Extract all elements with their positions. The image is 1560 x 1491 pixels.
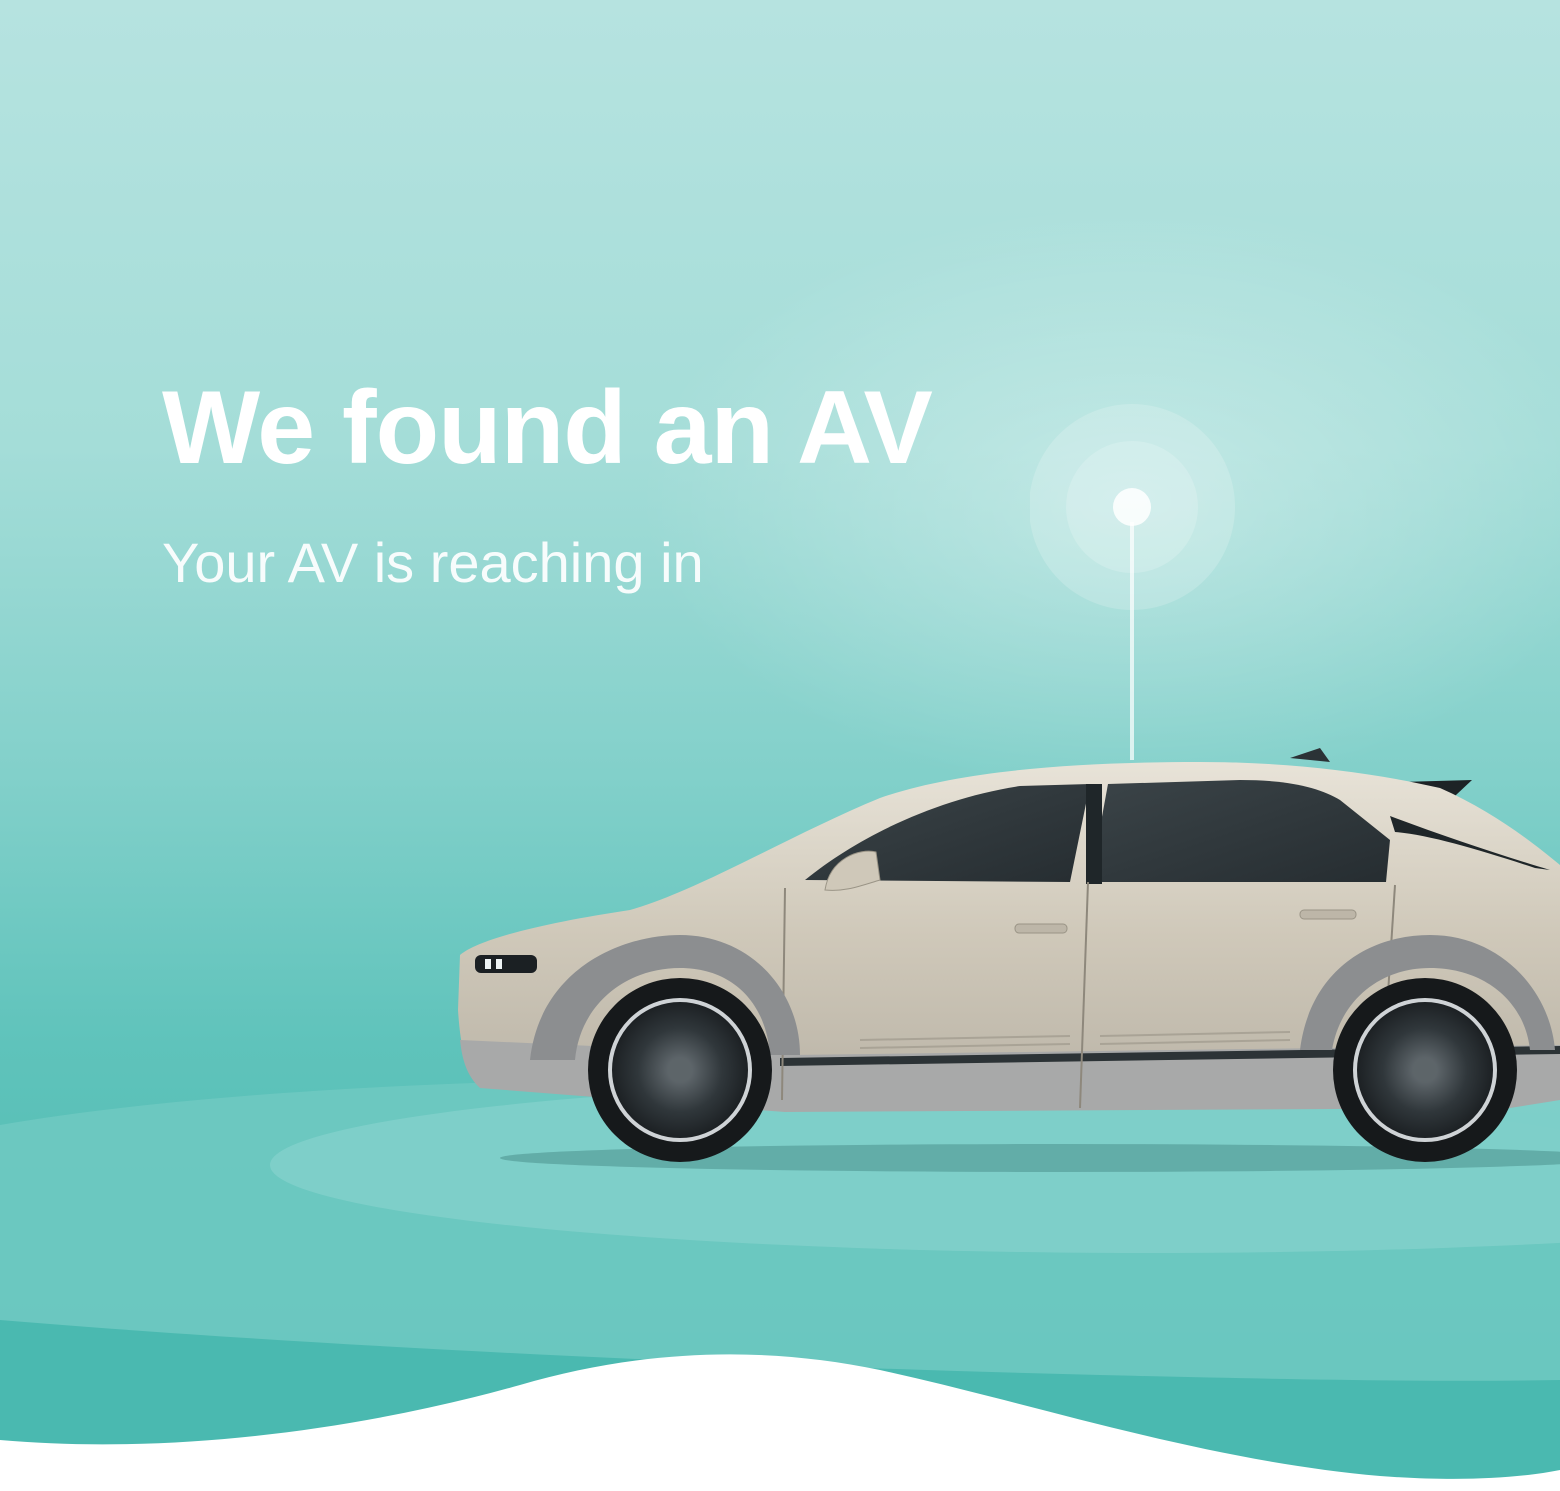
front-wheel (588, 978, 772, 1162)
location-beacon-icon (1030, 404, 1235, 760)
arrival-subtitle: Your AV is reaching in (162, 531, 704, 594)
rear-wheel (1333, 978, 1517, 1162)
av-found-screen: We found an AV Your AV is reaching in (0, 0, 1560, 1491)
page-title: We found an AV (162, 370, 933, 486)
car-illustration (458, 748, 1560, 1172)
